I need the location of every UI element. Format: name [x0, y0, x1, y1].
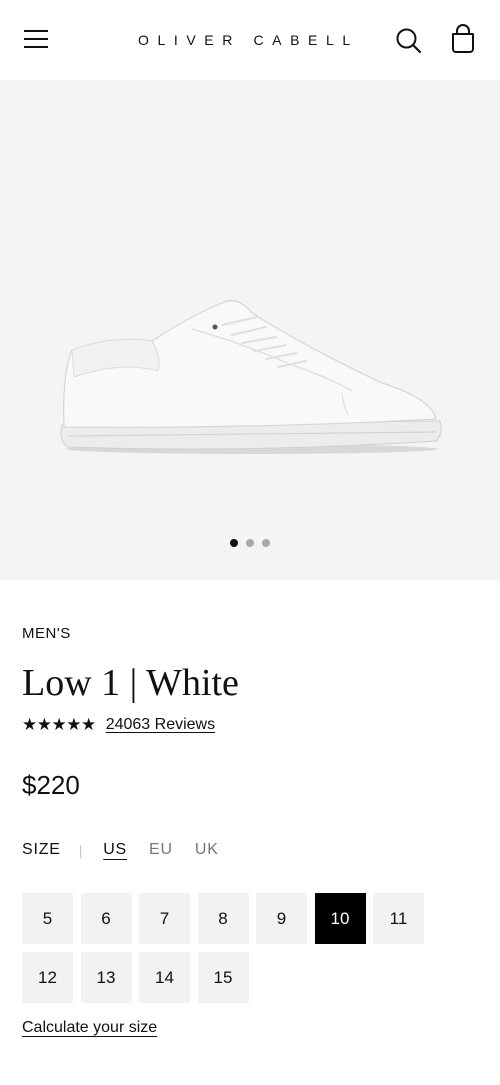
product-image-gallery[interactable] — [0, 80, 500, 580]
search-icon[interactable] — [394, 26, 424, 56]
carousel-dots — [0, 539, 500, 547]
product-price: $220 — [22, 770, 80, 800]
size-unit-us[interactable]: US — [103, 841, 127, 859]
size-option[interactable]: 7 — [139, 893, 190, 944]
carousel-dot-3[interactable] — [262, 539, 270, 547]
size-divider: | — [78, 842, 84, 858]
carousel-dot-1[interactable] — [230, 539, 238, 547]
size-option[interactable]: 9 — [256, 893, 307, 944]
size-option[interactable]: 11 — [373, 893, 424, 944]
calculate-size-link[interactable]: Calculate your size — [22, 1019, 157, 1037]
product-image-sneaker — [60, 300, 442, 454]
product-title: Low 1 | White — [22, 662, 239, 704]
size-option[interactable]: 8 — [197, 893, 249, 944]
size-option[interactable]: 13 — [80, 952, 132, 1003]
size-unit-uk[interactable]: UK — [195, 841, 219, 859]
size-unit-selector: SIZE | US EU UK — [22, 838, 219, 862]
size-option-selected[interactable]: 10 — [314, 893, 366, 944]
size-option[interactable]: 12 — [22, 952, 73, 1003]
size-option[interactable]: 15 — [197, 952, 249, 1003]
size-option[interactable]: 14 — [139, 952, 190, 1003]
product-category: MEN'S — [22, 625, 71, 642]
site-header: OLIVER CABELL — [0, 0, 500, 80]
brand-logo[interactable]: OLIVER CABELL — [138, 32, 359, 48]
size-option[interactable]: 5 — [22, 893, 73, 944]
reviews-link[interactable]: 24063 Reviews — [106, 716, 215, 734]
shopping-bag-icon[interactable] — [448, 24, 478, 56]
size-option[interactable]: 6 — [80, 893, 132, 944]
carousel-dot-2[interactable] — [246, 539, 254, 547]
size-options: 5 6 7 8 9 10 11 12 13 14 15 — [22, 893, 432, 1003]
star-rating-icon: ★★★★★ — [22, 715, 96, 734]
size-label: SIZE — [22, 841, 61, 858]
size-unit-eu[interactable]: EU — [149, 841, 173, 859]
product-rating: ★★★★★ 24063 Reviews — [22, 714, 215, 736]
menu-icon[interactable] — [22, 26, 54, 52]
